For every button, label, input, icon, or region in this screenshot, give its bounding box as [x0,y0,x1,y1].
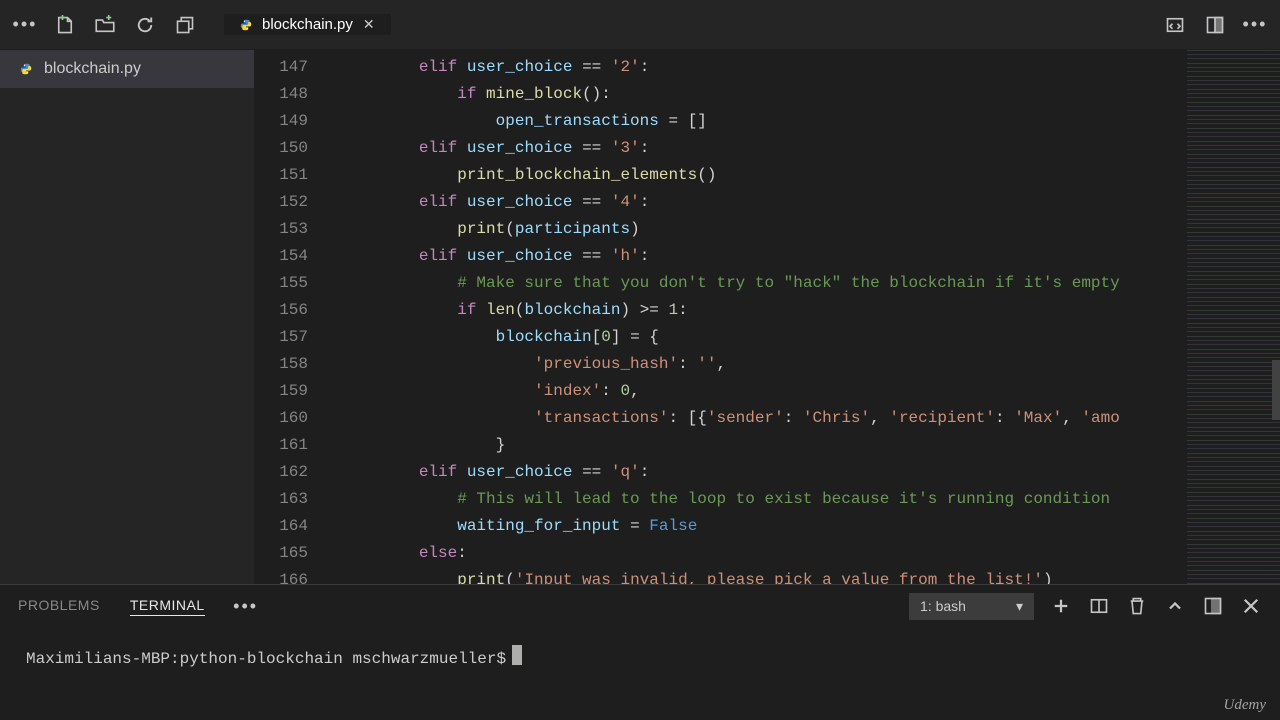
more-actions-icon[interactable]: ••• [1244,14,1266,36]
more-menu-icon[interactable]: ••• [14,14,36,36]
open-changes-icon[interactable] [1164,14,1186,36]
line-number-gutter: 1471481491501511521531541551561571581591… [254,50,328,584]
minimap-canvas [1187,50,1280,584]
titlebar-right: ••• [1164,14,1266,36]
minimap[interactable] [1186,50,1280,584]
fold-column [328,50,342,584]
chevron-up-icon[interactable] [1164,595,1186,617]
terminal-cursor [512,645,522,665]
terminal-selector[interactable]: 1: bash ▾ [909,593,1034,620]
bottom-panel: PROBLEMS TERMINAL ••• 1: bash ▾ [0,584,1280,720]
chevron-down-icon: ▾ [1016,598,1023,615]
editor[interactable]: 1471481491501511521531541551561571581591… [254,50,1186,584]
terminal-body[interactable]: Maximilians-MBP:python-blockchain mschwa… [0,627,1280,720]
titlebar-left: ••• blockchain.py ✕ [14,14,391,36]
explorer-file-name: blockchain.py [44,60,141,78]
split-editor-icon[interactable] [1204,14,1226,36]
titlebar: ••• blockchain.py ✕ [0,0,1280,50]
editor-area: 1471481491501511521531541551561571581591… [254,50,1280,584]
new-file-icon[interactable] [54,14,76,36]
python-file-icon [18,61,34,77]
refresh-icon[interactable] [134,14,156,36]
maximize-panel-icon[interactable] [1202,595,1224,617]
tab-close-icon[interactable]: ✕ [361,14,377,35]
tab-filename: blockchain.py [262,16,353,33]
brand-watermark: Udemy [1224,697,1266,714]
panel-tabs-right: 1: bash ▾ [909,593,1262,620]
tab-active[interactable]: blockchain.py ✕ [224,14,391,35]
minimap-slider[interactable] [1272,360,1280,420]
new-folder-icon[interactable] [94,14,116,36]
panel-tab-row: PROBLEMS TERMINAL ••• 1: bash ▾ [0,585,1280,627]
tab-strip: blockchain.py ✕ [224,14,391,35]
explorer-panel: blockchain.py [0,50,254,584]
explorer-file[interactable]: blockchain.py [0,50,254,88]
main-row: blockchain.py 14714814915015115215315415… [0,50,1280,584]
split-terminal-icon[interactable] [1088,595,1110,617]
new-terminal-icon[interactable] [1050,595,1072,617]
tab-terminal[interactable]: TERMINAL [130,597,205,616]
panel-more-icon[interactable]: ••• [235,595,257,617]
tab-problems[interactable]: PROBLEMS [18,597,100,615]
python-file-icon [238,17,254,33]
terminal-selector-label: 1: bash [920,598,966,614]
trash-icon[interactable] [1126,595,1148,617]
collapse-all-icon[interactable] [174,14,196,36]
terminal-prompt: Maximilians-MBP:python-blockchain mschwa… [26,650,506,668]
close-panel-icon[interactable] [1240,595,1262,617]
code-content[interactable]: elif user_choice == '2': if mine_block()… [342,50,1186,584]
panel-tabs-left: PROBLEMS TERMINAL ••• [18,595,257,617]
